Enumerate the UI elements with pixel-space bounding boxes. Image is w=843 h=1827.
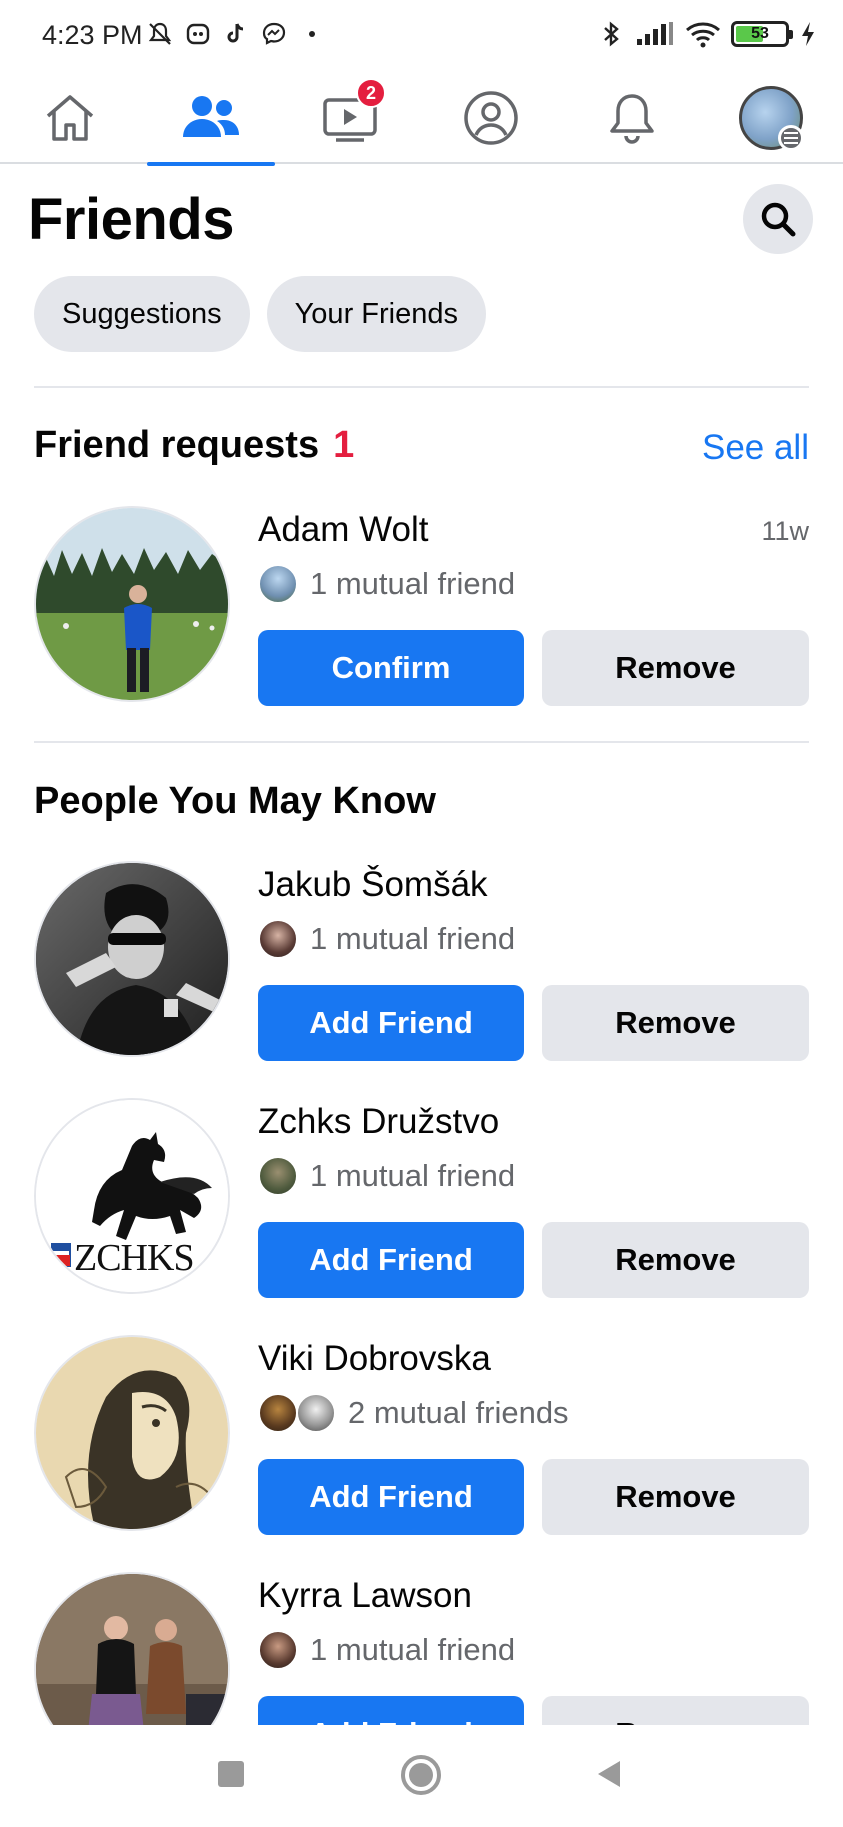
person-name[interactable]: Adam Wolt <box>258 510 429 550</box>
profile-icon <box>464 91 518 145</box>
add-friend-button[interactable]: Add Friend <box>258 1459 524 1535</box>
mutual-friend-avatar <box>296 1393 336 1433</box>
remove-button[interactable]: Remove <box>542 985 809 1061</box>
tiktok-icon <box>222 20 250 48</box>
screen: 4:23 PM 53 2 Friends Suggestions Your Fr… <box>0 0 843 1725</box>
mutual-friends-text: 2 mutual friends <box>348 1395 569 1430</box>
notification-badge: 2 <box>356 78 386 108</box>
suggestion-card: Kyrra Lawson 1 mutual friend Add Friend … <box>34 1572 809 1725</box>
mute-icon <box>146 20 174 48</box>
confirm-button[interactable]: Confirm <box>258 630 524 706</box>
suggestion-card: Jakub Šomšák 1 mutual friend Add Friend … <box>34 861 809 1061</box>
mutual-friends-text: 1 mutual friend <box>310 1158 516 1193</box>
mutual-friend-avatar <box>258 919 298 959</box>
person-name[interactable]: Kyrra Lawson <box>258 1576 472 1616</box>
nav-menu[interactable] <box>707 72 835 164</box>
mutual-friends: 1 mutual friend <box>258 919 515 959</box>
mutual-friends: 2 mutual friends <box>258 1393 569 1433</box>
chip-suggestions[interactable]: Suggestions <box>34 276 250 352</box>
friends-icon <box>183 96 239 137</box>
bell-icon <box>610 94 654 144</box>
battery-level: 53 <box>751 25 769 42</box>
nav-home[interactable] <box>6 72 134 164</box>
profile-photo[interactable] <box>34 506 230 702</box>
nav-friends[interactable] <box>147 72 275 166</box>
mutual-friend-avatar <box>258 1156 298 1196</box>
suggestion-card: ZCHKS Zchks Družstvo 1 mutual friend Add… <box>34 1098 809 1298</box>
mutual-friend-avatar <box>258 1393 298 1433</box>
see-all-link[interactable]: See all <box>702 428 809 468</box>
app-icon <box>184 20 212 48</box>
status-time: 4:23 PM <box>42 20 143 50</box>
wifi-icon <box>685 20 721 48</box>
mutual-friend-avatar <box>258 1630 298 1670</box>
nav-watch[interactable]: 2 <box>286 72 414 164</box>
mutual-friends: 1 mutual friend <box>258 1156 515 1196</box>
chip-your-friends[interactable]: Your Friends <box>266 276 486 352</box>
people-you-may-know-title: People You May Know <box>34 780 436 822</box>
status-bar: 4:23 PM 53 <box>0 0 843 72</box>
menu-avatar <box>739 86 804 151</box>
top-navigation: 2 <box>0 72 843 166</box>
profile-photo[interactable] <box>34 1572 230 1725</box>
friend-requests-title: Friend requests 1 <box>34 424 354 467</box>
search-button[interactable] <box>743 184 813 254</box>
home-icon <box>46 95 94 141</box>
home-circle-icon[interactable] <box>401 1755 441 1795</box>
mutual-friends: 1 mutual friend <box>258 1630 515 1670</box>
add-friend-button[interactable]: Add Friend <box>258 1222 524 1298</box>
messenger-icon <box>260 20 288 48</box>
notification-icons <box>146 20 326 48</box>
system-icons: 53 <box>597 20 817 48</box>
battery-icon: 53 <box>731 21 793 47</box>
remove-button[interactable]: Remove <box>542 1459 809 1535</box>
system-navigation-bar <box>0 1725 843 1827</box>
profile-photo[interactable] <box>34 861 230 1057</box>
charging-icon <box>799 20 817 48</box>
nav-notifications[interactable] <box>568 72 696 164</box>
friend-requests-count: 1 <box>333 424 355 466</box>
profile-photo[interactable] <box>34 1335 230 1531</box>
add-friend-button[interactable]: Add Friend <box>258 1696 524 1725</box>
logo-text: ZCHKS <box>74 1237 195 1279</box>
suggestion-card: Viki Dobrovska 2 mutual friends Add Frie… <box>34 1335 809 1535</box>
remove-button[interactable]: Remove <box>542 1222 809 1298</box>
mutual-friends-text: 1 mutual friend <box>310 921 516 956</box>
page-title: Friends <box>28 187 235 252</box>
remove-button[interactable]: Remove <box>542 1696 809 1725</box>
recents-icon[interactable] <box>218 1761 244 1787</box>
divider <box>34 386 809 388</box>
mutual-friends: 1 mutual friend <box>258 564 515 604</box>
filter-chips: Suggestions Your Friends <box>34 276 486 352</box>
mutual-friends-text: 1 mutual friend <box>310 566 516 601</box>
friend-request-card: Adam Wolt 11w 1 mutual friend Confirm Re… <box>34 506 809 706</box>
remove-button[interactable]: Remove <box>542 630 809 706</box>
signal-icon <box>635 20 675 48</box>
search-icon <box>761 202 796 237</box>
back-icon[interactable] <box>596 1759 622 1789</box>
bluetooth-icon <box>597 20 625 48</box>
friend-requests-label: Friend requests <box>34 424 320 466</box>
person-name[interactable]: Viki Dobrovska <box>258 1339 491 1379</box>
divider <box>34 741 809 743</box>
add-friend-button[interactable]: Add Friend <box>258 985 524 1061</box>
profile-photo[interactable]: ZCHKS <box>34 1098 230 1294</box>
request-time: 11w <box>761 516 809 546</box>
nav-profile[interactable] <box>427 72 555 164</box>
dot-icon <box>298 20 326 48</box>
person-name[interactable]: Zchks Družstvo <box>258 1102 499 1142</box>
mutual-friends-text: 1 mutual friend <box>310 1632 516 1667</box>
menu-icon <box>778 125 804 151</box>
person-name[interactable]: Jakub Šomšák <box>258 865 488 905</box>
mutual-friend-avatar <box>258 564 298 604</box>
